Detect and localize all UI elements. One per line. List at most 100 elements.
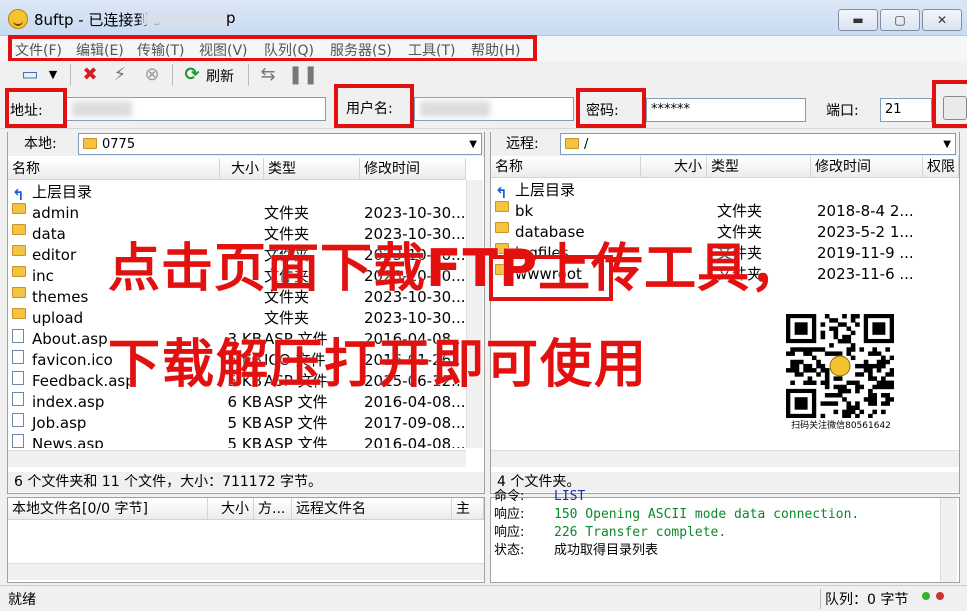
file-icon — [12, 371, 24, 385]
file-icon — [12, 413, 24, 427]
folder-icon — [12, 287, 26, 298]
log-line: 响应: 150 Opening ASCII mode data connectio… — [494, 506, 938, 524]
row-date: 2023-10-30... — [364, 204, 466, 222]
col-size[interactable]: 大小 — [208, 498, 254, 520]
cancel-icon[interactable]: ⊗ — [140, 64, 164, 86]
row-name: data — [32, 225, 66, 243]
maximize-button[interactable]: ▢ — [880, 9, 920, 31]
local-path-combo[interactable]: 0775 ▼ — [78, 133, 482, 155]
qr-caption: 扫码关注微信80561642 — [791, 421, 891, 431]
file-icon — [12, 392, 24, 406]
table-row[interactable]: bk 文件夹 2018-8-4 2... — [491, 201, 959, 222]
chevron-down-icon[interactable]: ▼ — [943, 134, 951, 156]
folder-icon — [12, 224, 26, 235]
chevron-down-icon[interactable]: ▼ — [469, 134, 477, 156]
remote-hscrollbar[interactable] — [491, 450, 959, 467]
queue-column-header: 本地文件名[0/0 字节] 大小 方... 远程文件名 主机 — [8, 498, 484, 520]
row-name: index.asp — [32, 393, 105, 411]
blurred-username — [420, 101, 490, 117]
up-arrow-icon: ↰ — [495, 184, 508, 202]
log-vscrollbar[interactable] — [940, 498, 957, 582]
file-icon — [12, 434, 24, 448]
local-hscrollbar[interactable] — [8, 450, 466, 467]
row-name: admin — [32, 204, 79, 222]
activity-led-icon — [936, 592, 944, 600]
local-vscrollbar[interactable] — [466, 180, 483, 448]
row-date: 2023-5-2 1... — [817, 223, 914, 241]
col-remote-filename[interactable]: 远程文件名 — [292, 498, 452, 520]
log-label: 状态: — [494, 543, 525, 558]
highlight-username-box — [334, 84, 414, 128]
log-line: 状态: 成功取得目录列表 — [494, 542, 938, 560]
row-size: 5 KB — [227, 414, 262, 432]
row-name: inc — [32, 267, 54, 285]
row-name: favicon.ico — [32, 351, 113, 369]
online-led-icon — [922, 592, 930, 600]
remote-path-value: / — [584, 137, 589, 152]
local-column-header: 名称 大小 类型 修改时间 — [8, 158, 466, 180]
refresh-button[interactable]: 刷新 — [206, 66, 234, 86]
table-row[interactable]: News.asp 5 KB ASP 文件 2016-04-08... — [8, 434, 466, 448]
col-type[interactable]: 类型 — [264, 158, 360, 180]
sync-icon[interactable]: ⇆ — [256, 64, 280, 86]
file-icon — [12, 329, 24, 343]
col-size[interactable]: 大小 — [220, 158, 264, 180]
minimize-button[interactable]: ▬ — [838, 9, 878, 31]
row-name: Job.asp — [32, 414, 87, 432]
folder-icon — [83, 138, 97, 149]
row-date: 2023-11-6 ... — [817, 265, 914, 283]
local-parent-dir[interactable]: ↰ 上层目录 — [12, 182, 92, 203]
toolbar-separator — [70, 64, 71, 86]
queue-hscrollbar[interactable] — [8, 563, 484, 580]
remote-parent-dir[interactable]: ↰ 上层目录 — [495, 180, 575, 201]
col-name[interactable]: 名称 — [491, 156, 641, 178]
log-text: LIST — [554, 489, 586, 504]
col-local-filename[interactable]: 本地文件名[0/0 字节] — [8, 498, 208, 520]
highlight-address-box — [5, 88, 67, 128]
chevron-down-icon[interactable]: ▼ — [46, 64, 60, 86]
highlight-menu-box — [8, 35, 537, 62]
local-file-list: ↰ 上层目录 admin 文件夹 2023-10-30... data 文件夹 2023-1… — [8, 180, 466, 448]
highlight-wwwroot-box — [489, 255, 613, 301]
parent-label: 上层目录 — [32, 183, 93, 201]
row-date: 2017-09-08... — [364, 414, 466, 432]
col-date[interactable]: 修改时间 — [360, 158, 466, 180]
table-row[interactable]: Job.asp 5 KB ASP 文件 2017-09-08... — [8, 413, 466, 434]
quick-connect-button[interactable] — [943, 96, 967, 120]
disconnect-icon[interactable]: ✖ — [78, 64, 102, 86]
col-type[interactable]: 类型 — [707, 156, 811, 178]
log-label: 响应: — [494, 525, 525, 540]
refresh-icon[interactable]: ⟳ — [180, 64, 204, 86]
close-button[interactable]: ✕ — [922, 9, 962, 31]
col-direction[interactable]: 方... — [254, 498, 292, 520]
row-name: themes — [32, 288, 89, 306]
site-manager-icon[interactable]: ▭ — [18, 64, 42, 86]
table-row[interactable]: admin 文件夹 2023-10-30... — [8, 203, 466, 224]
col-size[interactable]: 大小 — [641, 156, 707, 178]
promo-line-1: 点击页面下载FTP上传工具， — [108, 239, 804, 299]
col-date[interactable]: 修改时间 — [811, 156, 923, 178]
pause-icon[interactable]: ❚❚ — [288, 64, 318, 86]
file-icon — [12, 350, 24, 364]
row-size: 5 KB — [227, 435, 262, 448]
row-name: editor — [32, 246, 77, 264]
remote-path-combo[interactable]: / ▼ — [560, 133, 956, 155]
log-text: 150 Opening ASCII mode data connection. — [554, 507, 860, 522]
log-label: 响应: — [494, 507, 525, 522]
log-lines: 命令: LIST 响应: 150 Opening ASCII mode data co… — [494, 488, 938, 582]
folder-icon — [12, 245, 26, 256]
row-type: 文件夹 — [717, 202, 763, 220]
port-input[interactable]: 21 — [880, 98, 932, 122]
col-permission[interactable]: 权限 — [923, 156, 959, 178]
qr-code-svg — [786, 314, 895, 419]
log-line: 命令: LIST — [494, 488, 938, 506]
log-label: 命令: — [494, 489, 525, 504]
col-name[interactable]: 名称 — [8, 158, 220, 180]
col-host[interactable]: 主机 — [452, 498, 484, 520]
log-text: 226 Transfer complete. — [554, 525, 727, 540]
password-input[interactable]: ****** — [646, 98, 806, 122]
row-name: bk — [515, 202, 534, 220]
reconnect-icon[interactable]: ⚡ — [108, 64, 132, 86]
promo-line-2: 下载解压打开即可使用 — [108, 335, 649, 395]
log-line: 响应: 226 Transfer complete. — [494, 524, 938, 542]
